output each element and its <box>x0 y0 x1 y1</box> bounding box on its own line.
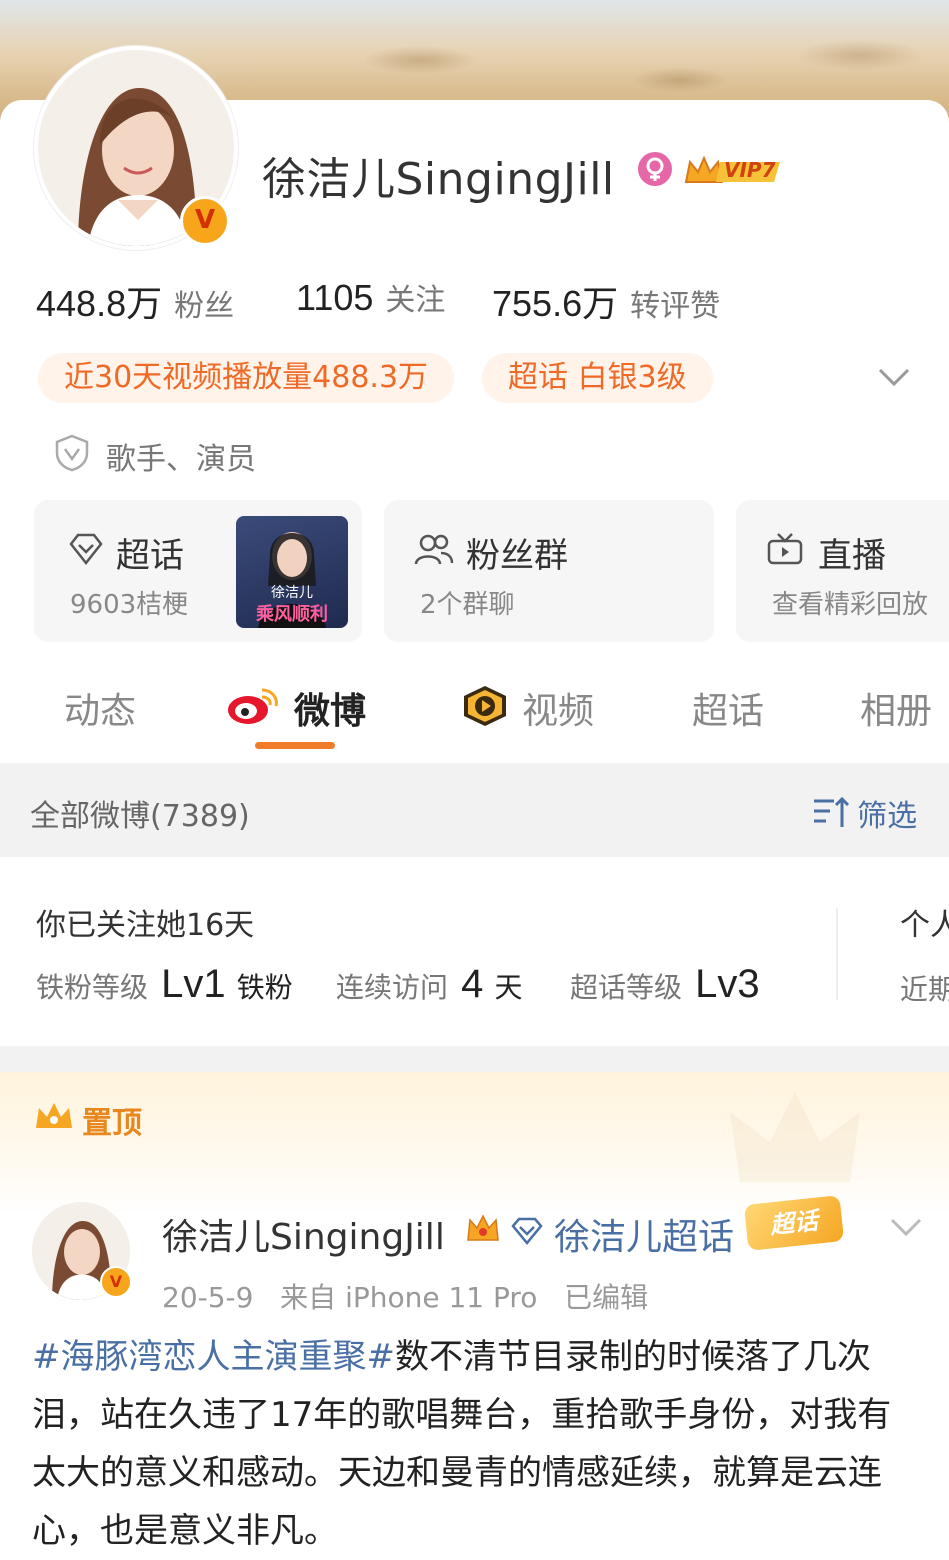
supertopic-level-value: Lv3 <box>695 962 760 1006</box>
post-menu-chevron-icon[interactable] <box>888 1212 924 1246</box>
supertopic-diamond-icon <box>510 1216 544 1250</box>
stat-label: 转评赞 <box>630 289 721 324</box>
video-views-pill[interactable]: 近30天视频播放量488.3万 <box>38 353 455 403</box>
pinned-crown-icon <box>34 1100 74 1136</box>
shield-icon <box>54 434 90 476</box>
post-meta: 20-5-9 来自 iPhone 11 Pro 已编辑 <box>162 1281 649 1314</box>
fan-level-label: 铁粉等级 <box>36 971 149 1004</box>
decorative-crown-watermark <box>720 1082 870 1196</box>
post-author-name[interactable]: 徐洁儿SingingJill <box>162 1208 445 1260</box>
card-divider <box>836 908 838 1000</box>
female-gender-icon <box>638 152 672 186</box>
tv-icon <box>766 532 804 570</box>
filter-icon <box>814 796 850 827</box>
fan-level-suffix: 铁粉 <box>236 971 293 1004</box>
fan-level-item: 铁粉等级 Lv1 铁粉 <box>36 962 293 1007</box>
vip-badge[interactable]: VIP7 <box>684 154 782 188</box>
section-separator <box>0 1046 949 1072</box>
active-tab-indicator <box>255 742 335 749</box>
visit-streak-label: 连续访问 <box>336 971 449 1004</box>
entry-subtitle: 2个群聊 <box>420 590 515 620</box>
filter-label: 筛选 <box>857 799 918 834</box>
stat-interactions[interactable]: 755.6万 转评赞 <box>492 275 720 327</box>
tab-supertopic[interactable]: 超话 <box>692 682 764 734</box>
supertopic-badge: 超话 <box>743 1195 845 1251</box>
post-body[interactable]: #海豚湾恋人主演重聚#数不清节目录制的时候落了几次泪，站在久违了17年的歌唱舞台… <box>32 1328 922 1560</box>
stat-value: 755.6万 <box>492 283 619 324</box>
supertopic-level-pill[interactable]: 超话 白银3级 <box>482 353 713 403</box>
weibo-logo-icon <box>226 684 280 730</box>
tab-dynamics[interactable]: 动态 <box>64 682 136 734</box>
diamond-icon <box>68 532 104 570</box>
tab-video[interactable]: 视频 <box>522 682 594 734</box>
tab-album[interactable]: 相册 <box>860 682 932 734</box>
fan-level-value: Lv1 <box>161 962 226 1006</box>
follow-duration: 你已关注她16天 <box>36 908 255 943</box>
entry-title: 超话 <box>116 536 184 576</box>
supertopic-level-item: 超话等级 Lv3 <box>570 962 760 1007</box>
filter-bar: 全部微博(7389) 筛选 <box>0 763 949 857</box>
entry-title: 粉丝群 <box>466 536 568 576</box>
visit-streak-item: 连续访问 4 天 <box>336 962 522 1007</box>
post-hashtag[interactable]: #海豚湾恋人主演重聚# <box>32 1337 395 1377</box>
post-verified-icon: V <box>100 1266 132 1298</box>
visit-streak-value: 4 <box>461 962 484 1006</box>
live-entry[interactable]: 直播 查看精彩回放 <box>736 500 949 642</box>
fan-group-entry[interactable]: 粉丝群 2个群聊 <box>384 500 714 642</box>
supertopic-level-label: 超话等级 <box>570 971 683 1004</box>
side-card-title[interactable]: 个人 <box>900 900 949 944</box>
side-card-subtitle: 近期 <box>900 973 949 1006</box>
tab-weibo[interactable]: 微博 <box>294 682 366 734</box>
entry-title: 直播 <box>818 536 886 576</box>
pinned-label: 置顶 <box>82 1106 142 1141</box>
stat-label: 关注 <box>385 283 446 318</box>
filter-button[interactable]: 筛选 <box>812 791 917 835</box>
thumbnail-name: 徐洁儿 <box>271 585 313 601</box>
stat-value: 1105 <box>296 277 374 318</box>
post-supertopic-link[interactable]: 徐洁儿超话 <box>554 1208 734 1260</box>
verified-description: 歌手、演员 <box>106 442 256 477</box>
thumbnail-caption: 乘风顺利 <box>256 604 328 625</box>
profile-name: 徐洁儿SingingJill <box>262 154 615 205</box>
vip-level: VIP7 <box>724 158 776 182</box>
verified-badge-icon: V <box>180 196 230 246</box>
fan-status-card[interactable]: 你已关注她16天 铁粉等级 Lv1 铁粉 连续访问 4 天 超话等级 Lv3 个… <box>0 858 949 1046</box>
visit-streak-suffix: 天 <box>494 971 523 1004</box>
video-badge-icon <box>460 684 510 732</box>
stat-value: 448.8万 <box>36 283 163 324</box>
expand-chevron-icon[interactable] <box>876 362 912 396</box>
entry-subtitle: 9603桔梗 <box>70 590 189 620</box>
stat-label: 粉丝 <box>174 289 235 324</box>
author-crown-icon <box>466 1212 500 1250</box>
all-weibo-count: 全部微博(7389) <box>30 799 250 834</box>
stat-following[interactable]: 1105 关注 <box>296 275 445 319</box>
group-people-icon <box>414 532 454 570</box>
supertopic-thumbnail: 徐洁儿 乘风顺利 <box>236 516 348 628</box>
stat-followers[interactable]: 448.8万 粉丝 <box>36 275 234 327</box>
supertopic-entry[interactable]: 超话 9603桔梗 徐洁儿 乘风顺利 <box>34 500 362 642</box>
entry-subtitle: 查看精彩回放 <box>772 590 929 620</box>
